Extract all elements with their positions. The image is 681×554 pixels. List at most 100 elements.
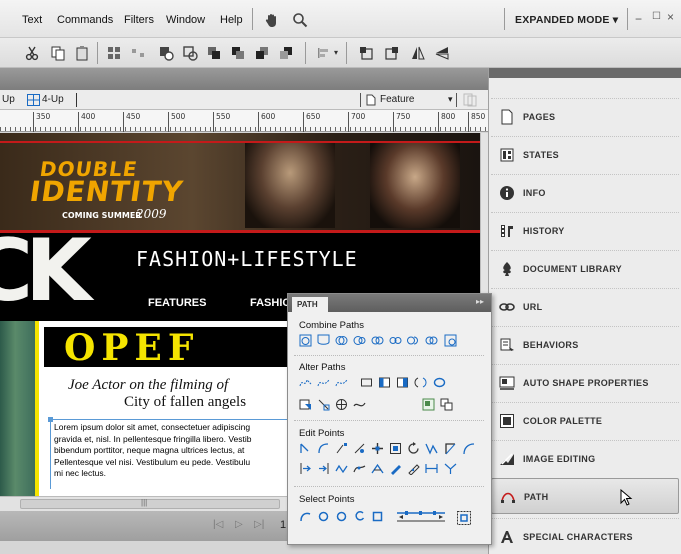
select-ring-icon[interactable] [335, 510, 348, 523]
align-dropdown-arrow-icon[interactable]: ▾ [334, 48, 338, 57]
nav-fashion[interactable]: FASHIO [250, 297, 291, 309]
delete-point-icon[interactable] [353, 442, 366, 455]
rotate-left-icon[interactable] [358, 45, 374, 61]
reverse-path-icon[interactable] [414, 376, 427, 389]
page-options-icon[interactable] [462, 93, 478, 107]
rotate-right-icon[interactable] [384, 45, 400, 61]
select-circle-icon[interactable] [317, 510, 330, 523]
paste-icon[interactable] [74, 45, 90, 61]
redraw-icon[interactable] [433, 376, 446, 389]
flip-horizontal-icon[interactable] [410, 45, 426, 61]
menu-window[interactable]: Window [166, 14, 205, 26]
panel-url[interactable]: URL [491, 288, 679, 324]
bring-forward-icon[interactable] [230, 45, 246, 61]
panel-special-characters[interactable]: SPECIAL CHARACTERS [491, 518, 679, 554]
group-icon[interactable] [106, 45, 122, 61]
select-along-path-icon[interactable] [395, 510, 447, 523]
simplify-icon[interactable] [299, 376, 312, 389]
panel-document-library[interactable]: DOCUMENT LIBRARY [491, 250, 679, 286]
join-icon[interactable] [158, 45, 174, 61]
fill-left-icon[interactable] [378, 376, 391, 389]
cut-path-icon[interactable] [317, 398, 330, 411]
first-page-icon[interactable]: |◁ [213, 519, 223, 530]
align-dropdown-icon[interactable] [316, 45, 332, 61]
menu-help[interactable]: Help [220, 14, 243, 26]
ungroup-icon[interactable] [130, 45, 146, 61]
send-to-back-icon[interactable] [278, 45, 294, 61]
panel-menu-icon[interactable]: ▸▸ [476, 297, 484, 306]
select-square-icon[interactable] [371, 510, 384, 523]
send-backward-icon[interactable] [254, 45, 270, 61]
union-icon[interactable] [299, 334, 312, 347]
crop-path-icon[interactable] [353, 334, 366, 347]
select-open-ring-icon[interactable] [353, 510, 366, 523]
selection-handle[interactable] [48, 417, 53, 422]
select-curve-icon[interactable] [299, 510, 312, 523]
zoom-tool-icon[interactable] [292, 12, 308, 28]
combine-icon[interactable] [371, 334, 384, 347]
panel-image-editing[interactable]: IMAGE EDITING [491, 440, 679, 476]
page-dropdown-arrow-icon[interactable]: ▾ [448, 94, 453, 105]
horizontal-scroll-thumb[interactable]: ||| [20, 498, 280, 509]
transform-points-icon[interactable] [389, 442, 402, 455]
grid-icon[interactable] [335, 398, 348, 411]
fill-right-icon[interactable] [396, 376, 409, 389]
fragment-icon[interactable] [444, 334, 457, 347]
maximize-button[interactable]: ☐ [652, 11, 661, 22]
panel-info[interactable]: INFO [491, 174, 679, 210]
panel-auto-shape-properties[interactable]: AUTO SHAPE PROPERTIES [491, 364, 679, 400]
path-panel-titlebar[interactable]: PATH ▸▸ [288, 294, 491, 312]
nav-features[interactable]: FEATURES [148, 297, 206, 309]
outline-rect-icon[interactable] [360, 376, 373, 389]
select-point-icon[interactable] [299, 442, 312, 455]
menu-filters[interactable]: Filters [124, 14, 154, 26]
minimize-button[interactable]: − [635, 12, 642, 26]
panel-history[interactable]: HISTORY [491, 212, 679, 248]
hand-tool-icon[interactable] [264, 12, 280, 28]
path-panel-tab[interactable]: PATH [292, 297, 328, 312]
cut-icon[interactable] [24, 45, 40, 61]
knife-left-icon[interactable] [299, 462, 312, 475]
panel-states[interactable]: STATES [491, 136, 679, 172]
menu-commands[interactable]: Commands [57, 14, 113, 26]
exclude-icon[interactable] [425, 334, 438, 347]
prev-page-icon[interactable]: ▷ [235, 519, 243, 530]
reshape-icon[interactable] [353, 462, 366, 475]
divide-icon[interactable] [407, 334, 420, 347]
view-four-up-button[interactable]: 4-Up [42, 94, 64, 105]
intersect-icon[interactable] [317, 334, 330, 347]
view-up-label[interactable]: Up [2, 94, 15, 105]
bezier-point-icon[interactable] [462, 442, 475, 455]
path-scrubber-icon[interactable] [371, 462, 384, 475]
pen-icon[interactable] [407, 462, 421, 475]
page-select-dropdown[interactable]: Feature [380, 94, 414, 105]
split-icon[interactable] [182, 45, 198, 61]
copy-icon[interactable] [50, 45, 66, 61]
knife-right-icon[interactable] [317, 462, 330, 475]
move-point-icon[interactable] [371, 442, 384, 455]
duplicate-layer-icon[interactable] [440, 398, 453, 411]
freeform-icon[interactable] [335, 462, 348, 475]
extend-line-icon[interactable] [444, 462, 457, 475]
panel-behaviors[interactable]: BEHAVIORS [491, 326, 679, 362]
split-path-icon[interactable] [389, 334, 402, 347]
smooth-points-icon[interactable] [425, 442, 439, 455]
add-point-icon[interactable] [335, 442, 348, 455]
menu-text[interactable]: Text [22, 14, 42, 26]
close-button[interactable]: × [667, 10, 674, 24]
expand-stroke-icon[interactable] [317, 376, 330, 389]
panel-pages[interactable]: PAGES [491, 98, 679, 134]
workspace-mode-dropdown[interactable]: EXPANDED MODE ▾ [515, 14, 618, 26]
last-page-icon[interactable]: ▷| [254, 519, 264, 530]
bring-to-front-icon[interactable] [206, 45, 222, 61]
corner-point-icon[interactable] [444, 442, 457, 455]
punch-icon[interactable] [335, 334, 348, 347]
warp-icon[interactable] [353, 398, 366, 411]
flip-vertical-icon[interactable] [434, 45, 450, 61]
pencil-icon[interactable] [389, 462, 402, 475]
inset-path-icon[interactable] [335, 376, 348, 389]
rotate-points-icon[interactable] [407, 442, 420, 455]
add-layer-icon[interactable] [422, 398, 435, 411]
select-inside-icon[interactable] [456, 510, 472, 526]
fillet-icon[interactable] [299, 398, 312, 411]
